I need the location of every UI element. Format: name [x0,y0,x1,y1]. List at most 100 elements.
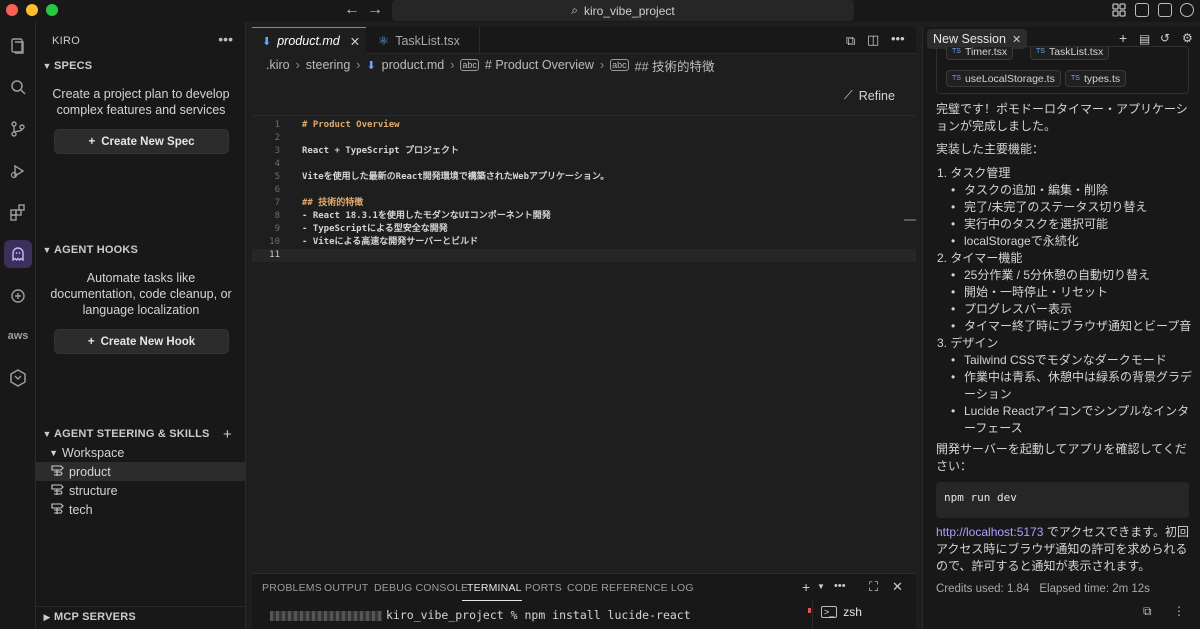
scrollbar-marker[interactable] [904,219,916,221]
panel-tab-problems[interactable]: PROBLEMS [262,582,322,594]
list-item: プログレスバー表示 [951,301,1194,318]
file-chip[interactable]: TS useLocalStorage.ts [946,70,1061,87]
close-tab-icon[interactable]: ✕ [350,34,360,49]
code-block[interactable]: npm run dev [936,482,1189,518]
more-actions-icon[interactable]: ••• [218,31,233,47]
panel-tab-ports[interactable]: PORTS [525,582,562,594]
source-control-icon[interactable] [4,115,32,143]
chevron-right-icon: › [356,58,361,72]
bottom-panel: PROBLEMS OUTPUT DEBUG CONSOLE TERMINAL P… [252,573,916,629]
window-close-button[interactable] [6,4,18,16]
settings-icon[interactable]: ⚙ [1182,31,1193,45]
open-preview-icon[interactable]: ⧉ [846,33,855,49]
panel-tab-output[interactable]: OUTPUT [324,582,368,594]
kiro-ghost-icon[interactable] [4,240,32,268]
explorer-icon[interactable] [4,32,32,60]
steering-item-tech[interactable]: tech [36,500,246,519]
section-header-specs[interactable]: ▼ SPECS [40,57,242,75]
breadcrumb-item[interactable]: product.md [382,58,445,72]
code-line: 7 ## 技術的特徴 [274,198,364,208]
kiro-sidebar: KIRO ••• ▼ SPECS Create a project plan t… [36,22,246,629]
tree-group-workspace[interactable]: ▼ Workspace [36,443,246,462]
command-center[interactable]: ⌕ kiro_vibe_project [392,0,854,21]
section-header-agent-steering[interactable]: ▼ AGENT STEERING & SKILLS + [40,425,242,443]
typescript-file-icon: TS [952,75,961,82]
tab-tasklist-tsx[interactable]: ⚛ TaskList.tsx [368,27,480,54]
aws-icon[interactable]: aws [4,322,32,350]
split-editor-icon[interactable]: ◫ [867,32,879,48]
title-bar: ← → ⌕ kiro_vibe_project [0,0,1200,22]
new-terminal-icon[interactable]: + [802,579,810,595]
history-icon[interactable]: ↺ [1160,31,1170,45]
magic-wand-icon: ⟋ [844,88,853,102]
file-chip[interactable]: TS TaskList.tsx [1030,47,1110,60]
markdown-file-icon: ⬇ [366,59,376,72]
hexagon-icon[interactable] [4,364,32,392]
extensions-icon[interactable] [4,198,32,226]
terminal-output[interactable]: kiro_vibe_project % npm install lucide-r… [270,608,691,622]
code-editor[interactable]: 1 # Product Overview 2 3 React + TypeScrip… [252,119,916,262]
specs-description: Create a project plan to develop complex… [52,87,230,117]
panel-tab-debug-console[interactable]: DEBUG CONSOLE [374,582,468,594]
search-icon[interactable] [4,73,32,101]
breadcrumb-item[interactable]: .kiro [266,58,290,72]
copy-icon[interactable]: ⧉ [1143,604,1152,619]
chevron-right-icon: › [450,58,455,72]
list-item: タスクの追加・編集・削除 [951,182,1194,199]
code-line: 9- TypeScriptによる型安全な開発 [274,224,448,234]
more-actions-icon[interactable]: ••• [834,580,846,592]
add-steering-icon[interactable]: + [223,426,232,443]
create-new-spec-button[interactable]: + Create New Spec [54,129,229,154]
chevron-down-icon[interactable]: ▼ [817,582,825,591]
breadcrumb-item[interactable]: # Product Overview [485,58,594,72]
signpost-icon [36,482,69,499]
list-item: 作業中は青系、休憩中は緑系の背景グラデーション [951,369,1194,403]
markdown-file-icon: ⬇ [262,35,272,48]
search-icon: ⌕ [571,3,578,17]
run-debug-icon[interactable] [4,157,32,185]
typescript-file-icon: TS [1071,75,1080,82]
section-header-mcp-servers[interactable]: ▶ MCP SERVERS [40,608,242,626]
localhost-link[interactable]: http://localhost:5173 [936,525,1043,539]
file-chip[interactable]: TS types.ts [1065,70,1127,87]
active-tab-indicator [462,574,522,601]
tab-product-md[interactable]: ⬇ product.md ✕ [252,27,366,54]
more-actions-icon[interactable]: ••• [891,31,905,46]
close-panel-icon[interactable]: ✕ [892,579,903,595]
breadcrumb-item[interactable]: ## 技術的特徴 [635,56,715,75]
refine-button[interactable]: ⟋ Refine [844,88,895,103]
toggle-sidebar-icon[interactable] [1135,3,1149,17]
signpost-icon [36,501,69,518]
steering-item-structure[interactable]: structure [36,481,246,500]
panel-tab-code-reference-log[interactable]: CODE REFERENCE LOG [567,582,694,594]
create-new-hook-button[interactable]: + Create New Hook [54,329,229,354]
session-history-icon[interactable]: ▤ [1139,32,1150,46]
elapsed-time: Elapsed time: 2m 12s [1039,583,1150,595]
new-session-icon[interactable]: + [1119,30,1127,46]
window-minimize-button[interactable] [26,4,38,16]
code-line: 8- React 18.3.1を使用したモダンなUIコンポーネント開発 [274,211,551,221]
window-maximize-button[interactable] [46,4,58,16]
back-arrow-icon[interactable]: ← [344,1,360,19]
error-marker [808,608,811,613]
window-title: kiro_vibe_project [584,3,675,18]
list-heading: 3. デザイン [937,336,999,350]
remote-explorer-icon[interactable] [4,282,32,310]
file-chip[interactable]: TS Timer.tsx [946,47,1014,60]
chevron-down-icon: ▼ [42,429,52,439]
code-line: 1 # Product Overview [274,120,400,130]
close-tab-icon[interactable]: ✕ [1012,33,1021,46]
section-header-agent-hooks[interactable]: ▼ AGENT HOOKS [40,241,242,259]
layout-grid-icon[interactable] [1112,3,1126,17]
maximize-panel-icon[interactable]: ⛶ [869,579,878,595]
toggle-panel-icon[interactable] [1158,3,1172,17]
editor-tabs: ⬇ product.md ✕ ⚛ TaskList.tsx ⧉ ◫ ••• [252,27,916,54]
chat-bubble-icon[interactable] [1180,3,1194,17]
breadcrumb-item[interactable]: steering [306,58,350,72]
terminal-item-zsh[interactable]: >_ zsh [821,605,862,619]
list-item: 完了/未完了のステータス切り替え [951,199,1194,216]
forward-arrow-icon[interactable]: → [367,1,383,19]
steering-item-product[interactable]: product [36,462,246,481]
more-options-icon[interactable]: ⋮ [1173,604,1185,618]
plus-icon: + [87,335,95,348]
